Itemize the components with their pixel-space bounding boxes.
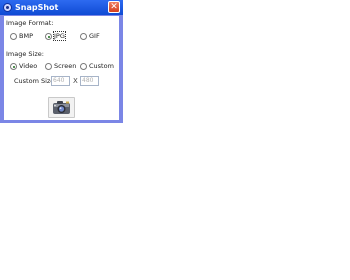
format-bmp-radio[interactable] xyxy=(10,33,17,40)
image-size-label: Image Size: xyxy=(6,50,44,58)
format-jpg-label[interactable]: JPG xyxy=(53,31,66,41)
window-title: SnapShot xyxy=(15,3,59,12)
size-screen-label[interactable]: Screen xyxy=(54,62,76,70)
size-custom-label[interactable]: Custom xyxy=(89,62,114,70)
snapshot-window: SnapShot ✕ Image Format: BMP JPG GIF Ima… xyxy=(0,0,123,123)
camera-icon xyxy=(53,101,70,114)
format-bmp-label[interactable]: BMP xyxy=(19,32,33,40)
app-icon[interactable] xyxy=(3,3,12,12)
size-separator: X xyxy=(73,77,78,85)
size-custom-radio[interactable] xyxy=(80,63,87,70)
format-jpg-radio[interactable] xyxy=(45,33,52,40)
capture-button[interactable] xyxy=(48,97,75,118)
format-gif-label[interactable]: GIF xyxy=(89,32,100,40)
dialog-body: Image Format: BMP JPG GIF Image Size: Vi… xyxy=(4,16,119,120)
format-gif-radio[interactable] xyxy=(80,33,87,40)
custom-height-field[interactable]: 480 xyxy=(80,76,99,86)
size-screen-radio[interactable] xyxy=(45,63,52,70)
title-bar[interactable]: SnapShot ✕ xyxy=(0,0,123,15)
size-video-radio[interactable] xyxy=(10,63,17,70)
custom-width-field[interactable]: 640 xyxy=(51,76,70,86)
close-button[interactable]: ✕ xyxy=(108,1,120,13)
size-video-label[interactable]: Video xyxy=(19,62,37,70)
image-format-label: Image Format: xyxy=(6,19,54,27)
